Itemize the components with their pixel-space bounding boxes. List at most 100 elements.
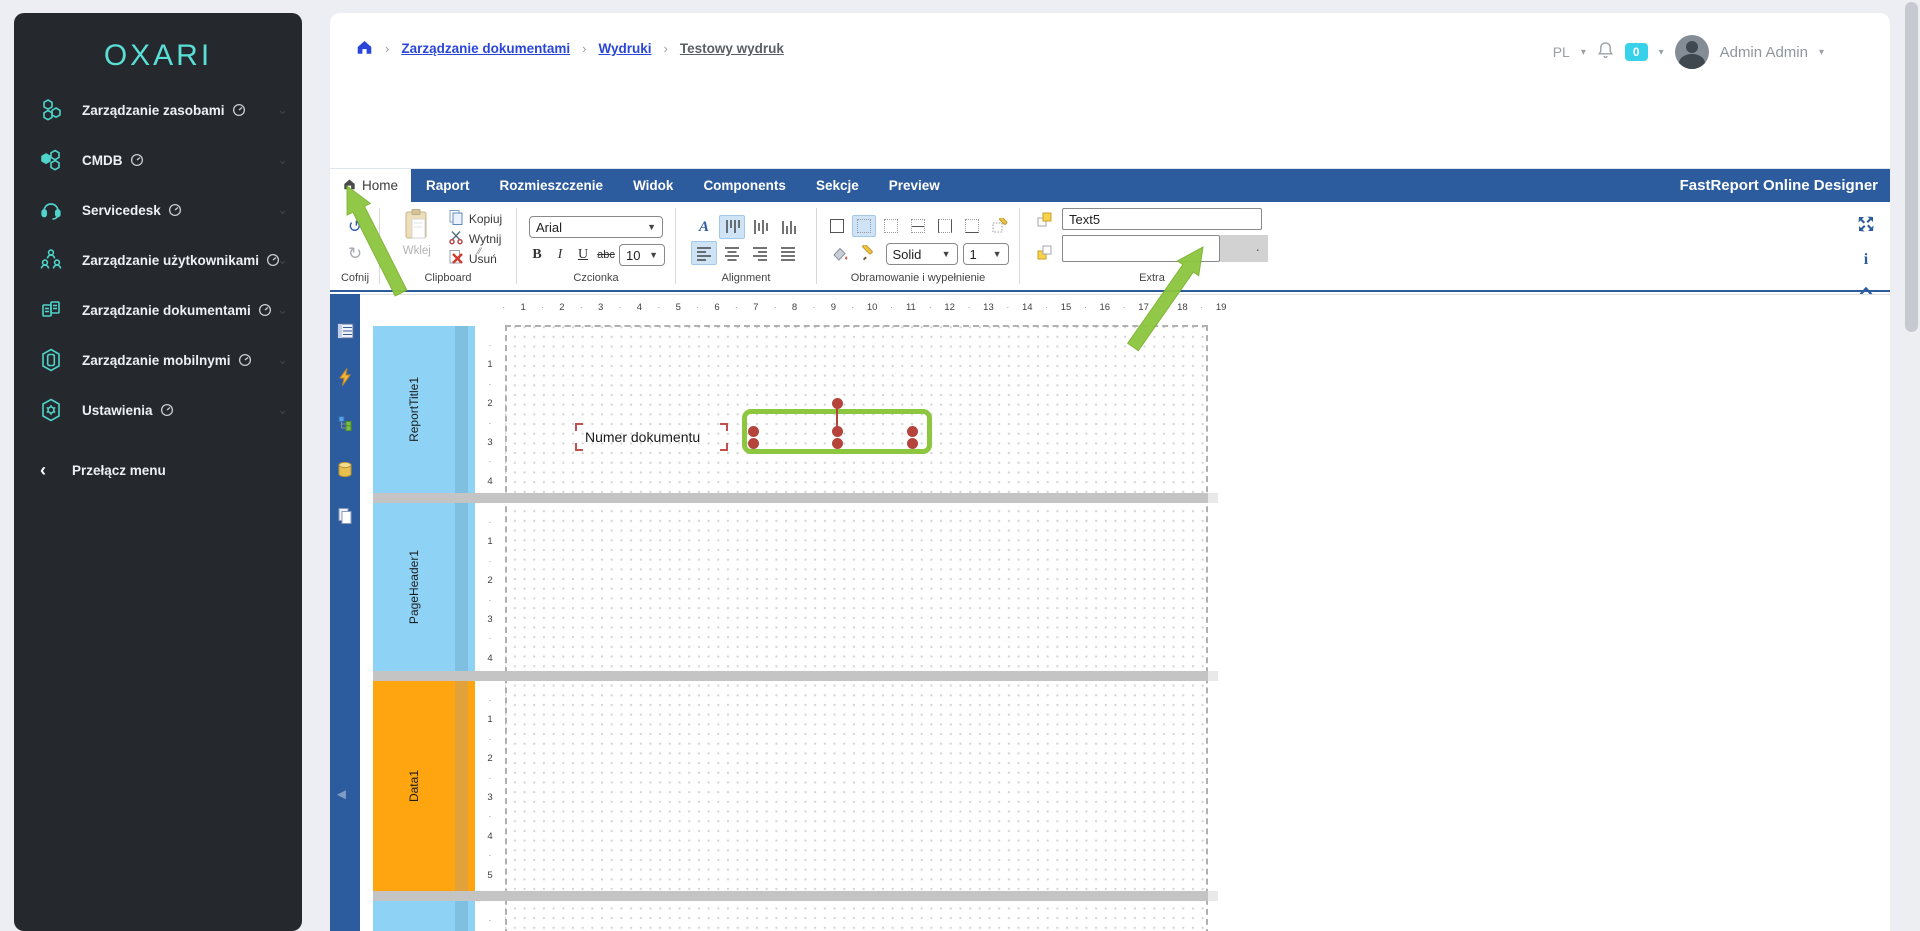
- align-left-button[interactable]: [691, 241, 717, 265]
- object-name-input[interactable]: [1062, 208, 1262, 230]
- sidebar-item-uzytkownicy[interactable]: Zarządzanie użytkownikami ⌄: [14, 235, 302, 285]
- properties-icon[interactable]: [334, 320, 356, 342]
- valign-bottom-button[interactable]: [775, 215, 801, 239]
- valign-center-button[interactable]: [747, 215, 773, 239]
- redo-button[interactable]: ↻: [344, 243, 366, 265]
- undo-button[interactable]: ↺: [344, 216, 366, 238]
- clipboard-group: Wklej Kopiuj Wytnij Usuń Clipboard: [384, 202, 512, 290]
- resize-handle-bottom-right[interactable]: [907, 438, 918, 449]
- cut-button[interactable]: Wytnij: [448, 230, 502, 247]
- delete-button[interactable]: Usuń: [448, 250, 502, 267]
- band-data[interactable]: Data1 · 1 · 2 · 3 · 4 · 5: [373, 681, 505, 891]
- content-card: › Zarządzanie dokumentami › Wydruki › Te…: [330, 13, 1890, 931]
- expression-more-button[interactable]: ·: [1220, 235, 1268, 262]
- scrollbar-thumb[interactable]: [1905, 2, 1918, 332]
- report-pages-icon[interactable]: [334, 504, 356, 526]
- border-style-select[interactable]: Solid ▼: [885, 243, 958, 265]
- chevron-down-icon[interactable]: ▾: [1659, 47, 1664, 58]
- resize-handle-left[interactable]: [748, 426, 759, 437]
- band-separator[interactable]: [373, 891, 1218, 901]
- font-family-select[interactable]: Arial ▼: [529, 216, 663, 238]
- expression-textarea[interactable]: [1062, 235, 1220, 262]
- bold-button[interactable]: B: [527, 245, 547, 265]
- font-size-select[interactable]: 10 ▼: [619, 244, 665, 266]
- tab-preview[interactable]: Preview: [874, 169, 955, 202]
- paste-button[interactable]: Wklej: [394, 208, 440, 272]
- collapse-panel-icon[interactable]: ◄: [334, 786, 349, 803]
- rotate-handle[interactable]: [831, 398, 843, 409]
- align-right-button[interactable]: [747, 241, 773, 265]
- tab-raport[interactable]: Raport: [411, 169, 485, 202]
- tab-home[interactable]: Home: [330, 169, 412, 202]
- avatar[interactable]: [1674, 35, 1709, 69]
- chevron-down-icon: ⌄: [277, 402, 288, 417]
- resize-handle-right[interactable]: [907, 426, 918, 437]
- menu-toggle[interactable]: ‹ Przełącz menu: [14, 450, 302, 490]
- bring-to-front-icon[interactable]: [1036, 211, 1054, 234]
- band-separator[interactable]: [373, 671, 1218, 681]
- home-icon[interactable]: [356, 39, 373, 58]
- resize-handle-bottom-left[interactable]: [748, 438, 759, 449]
- breadcrumb-link-dokumenty[interactable]: Zarządzanie dokumentami: [401, 41, 570, 56]
- band-separator[interactable]: [373, 493, 1218, 503]
- sidebar-item-mobilne[interactable]: Zarządzanie mobilnymi ⌄: [14, 335, 302, 385]
- border-sides-button[interactable]: [933, 215, 957, 237]
- fill-color-icon[interactable]: [828, 243, 852, 265]
- language-selector[interactable]: PL: [1553, 44, 1570, 60]
- breadcrumb-link-wydruki[interactable]: Wydruki: [598, 41, 651, 56]
- send-to-back-icon[interactable]: [1036, 244, 1054, 267]
- events-icon[interactable]: [334, 366, 356, 388]
- bell-icon[interactable]: [1597, 41, 1614, 64]
- underline-button[interactable]: U: [573, 245, 593, 265]
- border-outer-button[interactable]: [825, 215, 849, 237]
- align-justify-button[interactable]: [775, 241, 801, 265]
- border-color-icon[interactable]: [857, 243, 881, 265]
- chevron-down-icon[interactable]: ▾: [1819, 47, 1824, 58]
- copy-button[interactable]: Kopiuj: [448, 210, 502, 227]
- band-report-title[interactable]: ReportTitle1 · 1 · 2 · 3 · 4: [373, 326, 505, 493]
- info-icon[interactable]: i: [1864, 251, 1868, 269]
- resize-handle-bottom[interactable]: [831, 438, 843, 449]
- border-width-select[interactable]: 1 ▼: [962, 243, 1009, 265]
- tab-widok[interactable]: Widok: [618, 169, 688, 202]
- selected-text-object[interactable]: [742, 398, 932, 454]
- align-center-button[interactable]: [719, 241, 745, 265]
- italic-button[interactable]: I: [550, 245, 570, 265]
- tab-rozmieszczenie[interactable]: Rozmieszczenie: [485, 169, 619, 202]
- border-width-value: 1: [969, 246, 977, 262]
- border-inner-button[interactable]: [906, 215, 930, 237]
- chevron-down-icon[interactable]: ▾: [1581, 47, 1586, 58]
- report-tree-icon[interactable]: [334, 412, 356, 434]
- sidebar-item-ustawienia[interactable]: Ustawienia ⌄: [14, 385, 302, 435]
- font-family-value: Arial: [536, 219, 563, 235]
- breadcrumb-separator: ›: [582, 41, 587, 56]
- tab-components[interactable]: Components: [688, 169, 801, 202]
- border-bottom-button[interactable]: [960, 215, 984, 237]
- band-next[interactable]: ·: [373, 901, 505, 931]
- documents-icon: [38, 298, 64, 322]
- text-object-numer-dokumentu[interactable]: Numer dokumentu: [575, 423, 728, 451]
- sidebar-item-servicedesk[interactable]: Servicedesk ⌄: [14, 185, 302, 235]
- sidebar-item-cmdb[interactable]: CMDB ⌄: [14, 135, 302, 185]
- border-dotted-button[interactable]: [879, 215, 903, 237]
- border-edit-button[interactable]: [987, 215, 1011, 237]
- move-handle-center[interactable]: [831, 426, 843, 437]
- sidebar-item-zasoby[interactable]: Zarządzanie zasobami ⌄: [14, 85, 302, 135]
- tab-sekcje[interactable]: Sekcje: [801, 169, 874, 202]
- sidebar-item-dokumenty[interactable]: Zarządzanie dokumentami ⌄: [14, 285, 302, 335]
- strikethrough-button[interactable]: abc: [596, 245, 616, 265]
- copy-label: Kopiuj: [468, 211, 503, 226]
- valign-top-button[interactable]: [719, 215, 745, 239]
- border-none-button[interactable]: [852, 215, 876, 237]
- band-page-header[interactable]: PageHeader1 · 1 · 2 · 3 · 4: [373, 503, 505, 671]
- notification-badge[interactable]: 0: [1624, 43, 1648, 61]
- breadcrumb-current: Testowy wydruk: [679, 41, 784, 56]
- fullscreen-icon[interactable]: [1858, 216, 1874, 237]
- sidebar-item-label: CMDB: [82, 152, 123, 168]
- design-canvas[interactable]: · 1 · 2 · 3 · 4 · 5 · 6 · 7 · 8 · 9 · 10 · 11 · 12 · 13 · 14 · 15 · 16 ·…: [360, 294, 1890, 931]
- chevron-down-icon: ▼: [992, 249, 1002, 259]
- data-sources-icon[interactable]: [334, 458, 356, 480]
- page-scrollbar[interactable]: [1903, 0, 1920, 931]
- chevron-down-icon: ⌄: [277, 302, 288, 317]
- font-color-button[interactable]: A: [691, 215, 717, 239]
